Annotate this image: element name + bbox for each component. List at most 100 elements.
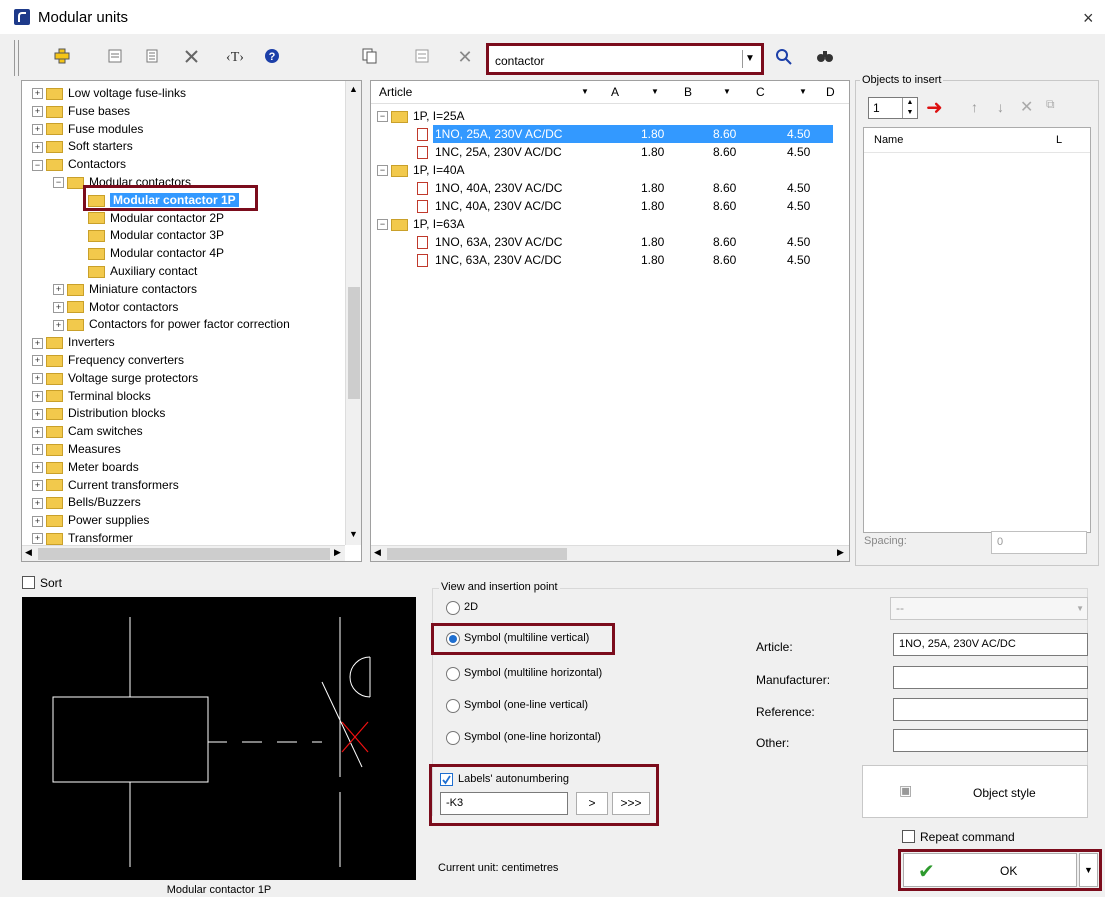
article-row-body[interactable]: 1NC, 63A, 230V AC/DC 1.80 8.60 4.50 [433, 251, 833, 269]
tree-item-label[interactable]: Fuse bases [68, 104, 130, 118]
tree-item[interactable]: + Cam switches [32, 422, 143, 440]
radio-multiline-horizontal[interactable] [446, 667, 460, 681]
tree-item[interactable]: + Inverters [32, 333, 115, 351]
radio-multiline-vertical[interactable] [446, 632, 460, 646]
tree-item-label[interactable]: Miniature contactors [89, 282, 197, 296]
tree-item-label[interactable]: Modular contactor 3P [110, 228, 224, 242]
scroll-left-icon[interactable]: ◀ [374, 547, 381, 558]
expand-icon[interactable]: + [32, 106, 43, 118]
label-prefix-input[interactable]: -K3 [440, 792, 568, 815]
objects-list[interactable]: Name L [863, 127, 1091, 533]
scroll-down-icon[interactable]: ▼ [349, 529, 358, 539]
radio-oneline-horizontal-label[interactable]: Symbol (one-line horizontal) [464, 731, 601, 743]
expand-icon[interactable]: + [32, 533, 43, 545]
article-group[interactable]: − 1P, I=40A [377, 161, 465, 179]
tree-item-label[interactable]: Current transformers [68, 478, 179, 492]
tree-item-label[interactable]: Contactors for power factor correction [89, 317, 290, 331]
tree-hscroll-thumb[interactable] [38, 548, 330, 560]
tree-scroll-thumb[interactable] [348, 287, 360, 399]
tree-item-label[interactable]: Voltage surge protectors [68, 371, 198, 385]
col-article-dropdown-icon[interactable]: ▼ [581, 81, 589, 103]
manufacturer-field[interactable] [893, 666, 1088, 689]
article-group[interactable]: − 1P, I=25A [377, 107, 465, 125]
object-style-button[interactable]: ▣ Object style [862, 765, 1088, 818]
collapse-icon[interactable]: − [377, 111, 388, 123]
radio-2d[interactable] [446, 601, 460, 615]
tree-item[interactable]: + Power supplies [32, 511, 149, 529]
col-name[interactable]: Name [874, 134, 903, 146]
tree-item-label[interactable]: Transformer [68, 531, 133, 545]
col-c[interactable]: C [756, 81, 765, 103]
article-group[interactable]: − 1P, I=63A [377, 215, 465, 233]
tree-item[interactable]: + Motor contactors [53, 298, 178, 316]
article-hscroll-thumb[interactable] [387, 548, 567, 560]
count-spinner[interactable]: 1 ▲ ▼ [868, 97, 918, 119]
tree-item[interactable]: + Fuse bases [32, 102, 130, 120]
tree-scrollbar[interactable]: ▲ ▼ [345, 81, 361, 545]
chevron-down-icon[interactable]: ▼ [1076, 598, 1084, 619]
tree-item[interactable]: Modular contactor 4P [74, 244, 224, 262]
tree-item-label[interactable]: Power supplies [68, 513, 149, 527]
expand-icon[interactable]: + [32, 141, 43, 153]
tree-item[interactable]: + Terminal blocks [32, 387, 151, 405]
tree-item-label[interactable]: Motor contactors [89, 300, 178, 314]
collapse-icon[interactable]: − [377, 165, 388, 177]
article-row[interactable]: 1NC, 25A, 230V AC/DC 1.80 8.60 4.50 [417, 143, 810, 161]
expand-icon[interactable]: + [53, 319, 64, 331]
article-row[interactable]: 1NO, 63A, 230V AC/DC 1.80 8.60 4.50 [417, 233, 810, 251]
tree-item-label[interactable]: Cam switches [68, 424, 143, 438]
tree-item[interactable]: + Miniature contactors [53, 280, 197, 298]
article-hscrollbar[interactable]: ◀ ▶ [371, 545, 849, 561]
tree-item[interactable]: + Current transformers [32, 476, 179, 494]
col-b[interactable]: B [684, 81, 692, 103]
article-row[interactable]: 1NO, 25A, 230V AC/DC 1.80 8.60 4.50 [417, 125, 833, 143]
tree-item[interactable]: + Fuse modules [32, 120, 143, 138]
category-tree[interactable]: + Low voltage fuse-links + Fuse bases + Fuse … [21, 80, 362, 562]
article-list[interactable]: Article ▼ A ▼ B ▼ C ▼ D − 1P, I=25A 1NO, 2… [370, 80, 850, 562]
tree-item-label[interactable]: Meter boards [68, 460, 139, 474]
scroll-right-icon[interactable]: ▶ [837, 547, 844, 558]
repeat-checkbox[interactable] [902, 830, 915, 843]
move-up-icon[interactable]: ↑ [971, 99, 978, 115]
search-icon[interactable] [774, 48, 794, 68]
col-c-dropdown-icon[interactable]: ▼ [799, 81, 807, 103]
collapse-icon[interactable]: − [377, 219, 388, 231]
expand-icon[interactable]: + [53, 301, 64, 313]
article-row-body[interactable]: 1NO, 63A, 230V AC/DC 1.80 8.60 4.50 [433, 233, 833, 251]
scroll-up-icon[interactable]: ▲ [349, 84, 358, 94]
spinner-arrows-icon[interactable]: ▲ ▼ [902, 98, 917, 118]
binoculars-icon[interactable] [815, 48, 835, 68]
expand-icon[interactable]: + [32, 497, 43, 509]
tree-item-label[interactable]: Inverters [68, 335, 115, 349]
article-row[interactable]: 1NC, 40A, 230V AC/DC 1.80 8.60 4.50 [417, 197, 810, 215]
radio-oneline-horizontal[interactable] [446, 731, 460, 745]
article-row-body[interactable]: 1NC, 40A, 230V AC/DC 1.80 8.60 4.50 [433, 197, 833, 215]
tree-item-label[interactable]: Distribution blocks [68, 406, 165, 420]
article-row-body[interactable]: 1NC, 25A, 230V AC/DC 1.80 8.60 4.50 [433, 143, 833, 161]
expand-icon[interactable]: + [32, 444, 43, 456]
tree-item[interactable]: Modular contactor 3P [74, 226, 224, 244]
radio-multiline-vertical-label[interactable]: Symbol (multiline vertical) [464, 632, 589, 644]
tree-item[interactable]: + Soft starters [32, 137, 133, 155]
delete-icon[interactable]: ✕ [455, 47, 475, 67]
col-a[interactable]: A [611, 81, 619, 103]
tree-item-label[interactable]: Low voltage fuse-links [68, 86, 186, 100]
list-icon[interactable] [142, 48, 162, 68]
tree-item-label[interactable]: Auxiliary contact [110, 264, 197, 278]
collapse-icon[interactable]: − [53, 177, 64, 189]
sort-checkbox[interactable] [22, 576, 35, 589]
expand-icon[interactable]: + [32, 355, 43, 367]
other-field[interactable] [893, 729, 1088, 752]
radio-oneline-vertical[interactable] [446, 699, 460, 713]
col-b-dropdown-icon[interactable]: ▼ [723, 81, 731, 103]
copy-icon[interactable] [360, 48, 380, 68]
tree-item[interactable]: + Frequency converters [32, 351, 184, 369]
tree-item-label[interactable]: Modular contactor 2P [110, 211, 224, 225]
expand-icon[interactable]: + [53, 284, 64, 296]
chevron-down-icon[interactable]: ▼ [742, 50, 757, 68]
reference-field[interactable] [893, 698, 1088, 721]
count-value[interactable]: 1 [873, 101, 880, 115]
autonumber-checkbox[interactable] [440, 773, 453, 786]
close-icon[interactable]: × [1083, 8, 1094, 29]
next-label-button[interactable]: > [576, 792, 608, 815]
